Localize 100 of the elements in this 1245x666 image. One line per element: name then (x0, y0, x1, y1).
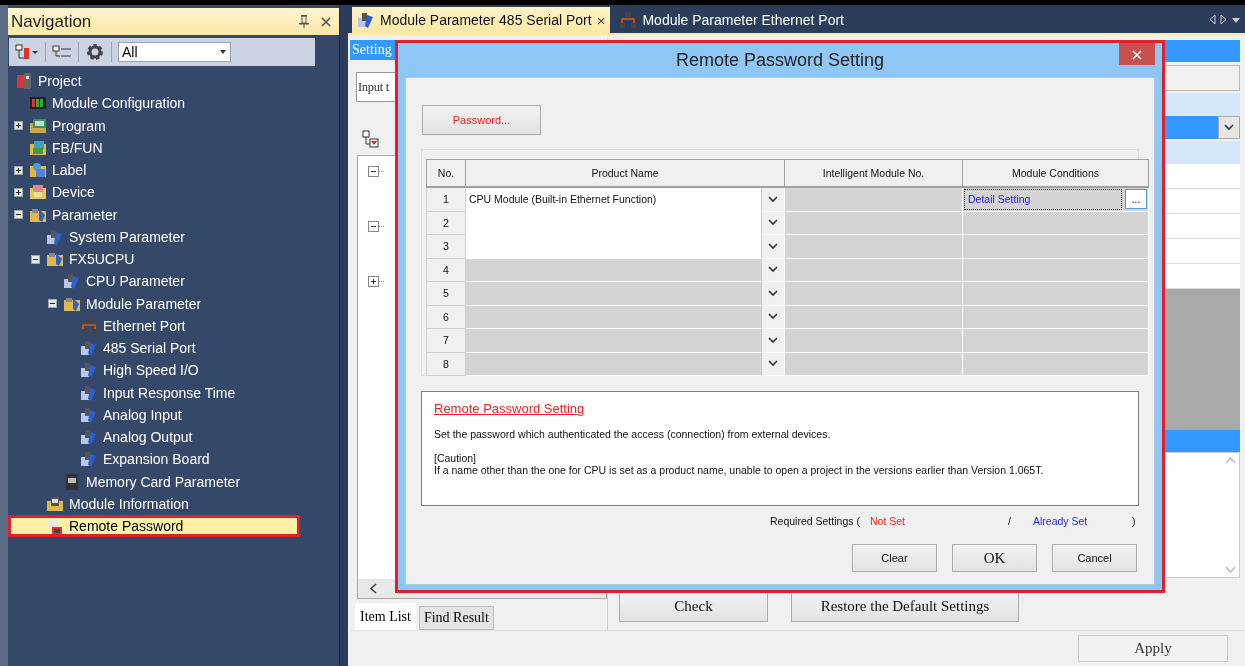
detail-setting-link[interactable]: Detail Setting (964, 188, 1122, 210)
panel-tab[interactable]: Find Result (418, 606, 494, 630)
tree-item[interactable]: Analog Output (8, 426, 300, 449)
cancel-button[interactable]: Cancel (1052, 544, 1137, 572)
wrench-icon (63, 272, 81, 291)
tree-item[interactable]: CPU Parameter (8, 270, 300, 293)
chevron-left-icon[interactable] (370, 583, 377, 594)
document-tab[interactable]: Module Parameter Ethernet Port (614, 7, 849, 33)
chevron-down-icon (768, 360, 778, 368)
chevron-down-icon (768, 313, 778, 321)
monitor-icon (29, 116, 47, 135)
legend-not-set: Not Set (870, 515, 907, 527)
dropdown-button[interactable] (1218, 116, 1240, 139)
tree-item[interactable]: Ethernet Port (8, 314, 300, 337)
collapse-icon[interactable] (48, 299, 57, 309)
expand-icon[interactable] (368, 276, 384, 288)
wrench-icon (357, 11, 375, 29)
column-header: Intelligent Module No. (784, 159, 963, 187)
document-tab[interactable]: Module Parameter 485 Serial Port × (352, 7, 611, 33)
help-link[interactable]: Remote Password Setting (434, 401, 1126, 416)
folder-icon (29, 161, 47, 180)
wrench-icon (80, 450, 98, 469)
close-icon[interactable] (321, 16, 331, 27)
row-number: 4 (426, 258, 466, 282)
row-number: 6 (426, 305, 466, 329)
tree-item[interactable]: High Speed I/O (8, 359, 300, 382)
close-tab-button[interactable]: × (596, 11, 606, 29)
chevron-down-icon (1224, 124, 1234, 131)
tree-item[interactable]: Device (8, 181, 300, 204)
tree-item[interactable]: FX5UCPU (8, 248, 300, 271)
tree-item[interactable]: Program (8, 114, 300, 137)
filter-dropdown[interactable]: All (118, 42, 231, 62)
panel-title: Navigation (11, 11, 93, 32)
dialog-title: Remote Password Setting (675, 48, 885, 72)
password-button[interactable]: Password... (422, 105, 541, 135)
tree-item[interactable]: Analog Input (8, 403, 300, 426)
row-number: 7 (426, 328, 466, 352)
network-icon (80, 316, 98, 335)
network-icon (619, 11, 638, 29)
wrench-icon (80, 383, 98, 402)
tree-item[interactable]: Label (8, 159, 300, 182)
row-number: 3 (426, 234, 466, 258)
tree-item[interactable]: Module Configuration (8, 92, 300, 115)
tree-item[interactable]: Module Information (8, 492, 300, 515)
legend-label: Required Settings ( (770, 515, 861, 527)
apply-button[interactable]: Apply (1078, 635, 1228, 662)
clear-button[interactable]: Clear (852, 544, 937, 572)
folder-icon (29, 138, 47, 157)
collapse-tree-icon[interactable] (52, 44, 72, 60)
pin-icon[interactable] (299, 15, 309, 28)
row-number: 8 (426, 352, 466, 376)
expand-tree-icon[interactable] (15, 43, 39, 61)
expand-icon[interactable] (14, 165, 23, 175)
dropdown-button[interactable] (761, 329, 784, 352)
left-arrow-icon[interactable] (1209, 13, 1216, 25)
tree-item[interactable]: FB/FUN (8, 136, 300, 159)
dropdown-button[interactable] (761, 282, 784, 305)
collapse-icon[interactable] (368, 166, 384, 178)
collapse-icon[interactable] (14, 210, 23, 220)
dropdown-button[interactable] (761, 258, 784, 281)
settings-icon[interactable] (85, 42, 105, 62)
tree-item[interactable]: Remote Password (8, 515, 300, 538)
folder-icon (46, 494, 64, 513)
dropdown-button[interactable] (761, 305, 784, 328)
row-number: 2 (426, 211, 466, 235)
chevron-down-icon (768, 336, 778, 344)
tree-item[interactable]: Parameter (8, 203, 300, 226)
column-header: Product Name (465, 159, 785, 187)
lock-icon (46, 517, 64, 536)
column-header: No. (426, 159, 466, 187)
ellipsis-button[interactable]: ... (1125, 189, 1147, 210)
expand-icon[interactable] (14, 187, 23, 197)
tree-item[interactable]: Expansion Board (8, 448, 300, 471)
collapse-icon[interactable] (31, 254, 40, 264)
wrench-folder-icon (46, 250, 64, 269)
wrench-icon (80, 428, 98, 447)
close-button[interactable]: × (1119, 43, 1155, 65)
tree-item[interactable]: 485 Serial Port (8, 337, 300, 360)
plc-icon (15, 72, 33, 91)
expand-icon[interactable] (14, 121, 23, 131)
collapse-tree-icon[interactable] (362, 130, 380, 148)
column-header: Module Conditions (962, 159, 1149, 187)
legend-separator: / (1008, 515, 1012, 527)
tree-item[interactable]: Input Response Time (8, 381, 300, 404)
wrench-icon (80, 405, 98, 424)
tree-item[interactable]: System Parameter (8, 225, 300, 248)
panel-tab[interactable]: Item List (355, 603, 416, 630)
tree-item[interactable]: Memory Card Parameter (8, 470, 300, 493)
row-number: 1 (426, 187, 466, 211)
right-arrow-icon[interactable] (1220, 13, 1227, 25)
tree-item[interactable]: Module Parameter (8, 292, 300, 315)
wrench-icon (80, 361, 98, 380)
row-number: 5 (426, 281, 466, 305)
wrench-icon (46, 227, 64, 246)
ok-button[interactable]: OK (952, 544, 1037, 572)
tree-item[interactable]: Project (8, 70, 300, 93)
dropdown-button[interactable] (761, 352, 784, 375)
legend-already-set: Already Set (1033, 515, 1089, 527)
folder-icon (29, 183, 47, 202)
collapse-icon[interactable] (368, 221, 384, 233)
